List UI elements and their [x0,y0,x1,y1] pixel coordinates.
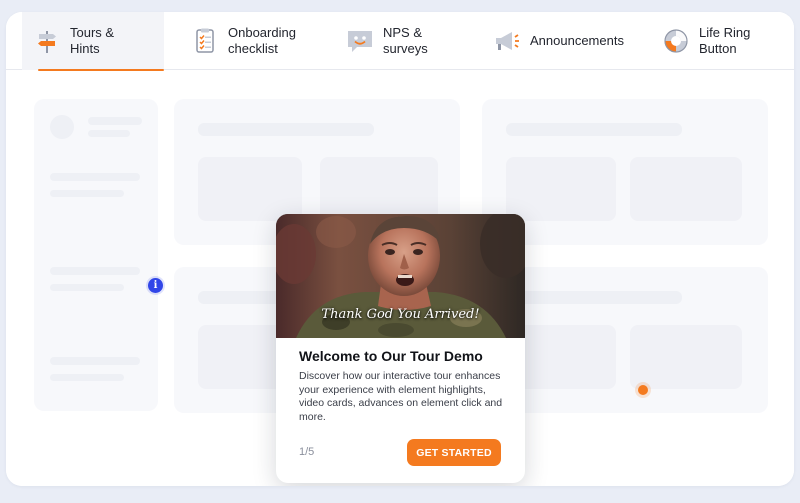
image-caption: Thank God You Arrived! [321,307,480,322]
tour-title: Welcome to Our Tour Demo [299,348,483,364]
tab-announcements-label: Announcements [530,33,624,48]
skeleton-line [506,291,682,304]
info-hotspot-icon[interactable]: i [148,278,163,293]
skeleton-line [198,123,374,136]
skeleton-block [630,157,742,221]
tab-announcements[interactable]: Announcements [492,12,638,70]
tour-step-card: Thank God You Arrived! Welcome to Our To… [276,214,525,483]
signpost-icon [32,26,62,56]
skeleton-avatar [50,115,74,139]
tour-description: Discover how our interactive tour enhanc… [299,370,503,423]
survey-chat-icon [345,26,375,56]
beacon-dot[interactable] [638,385,648,395]
skeleton-line [50,173,140,181]
skeleton-line [506,123,682,136]
skeleton-block [198,157,302,221]
skeleton-line [50,357,140,365]
skeleton-sidebar [34,99,158,411]
tab-life-ring-button[interactable]: Life Ring Button [661,12,771,70]
tour-gif-image: Thank God You Arrived! [276,214,525,338]
tab-onboarding-checklist[interactable]: Onboarding checklist [190,12,325,70]
tab-nps-label: NPS & surveys [383,25,428,56]
skeleton-line [88,130,130,137]
megaphone-icon [492,26,522,56]
get-started-button[interactable]: GET STARTED [407,439,501,466]
tab-nps-surveys[interactable]: NPS & surveys [345,12,455,70]
skeleton-block [506,157,616,221]
life-ring-icon [661,26,691,56]
checklist-icon [190,26,220,56]
info-glyph: i [153,280,158,291]
tab-life-ring-label: Life Ring Button [699,25,751,56]
step-counter: 1/5 [299,446,315,458]
skeleton-line [50,374,124,381]
skeleton-block [320,157,438,221]
skeleton-line [50,267,140,275]
demo-canvas: i Thank God You Arrived! Welcome to Our … [6,71,794,486]
skeleton-line [88,117,142,125]
tab-bar: Tours & Hints Onboarding checklist NPS &… [6,12,794,71]
app-frame: Tours & Hints Onboarding checklist NPS &… [6,12,794,486]
skeleton-block [630,325,742,389]
skeleton-line [50,190,124,197]
tab-tours-hints-label: Tours & Hints [70,25,115,56]
skeleton-line [50,284,124,291]
tab-onboarding-label: Onboarding checklist [228,25,296,56]
tab-tours-hints[interactable]: Tours & Hints [22,12,164,71]
